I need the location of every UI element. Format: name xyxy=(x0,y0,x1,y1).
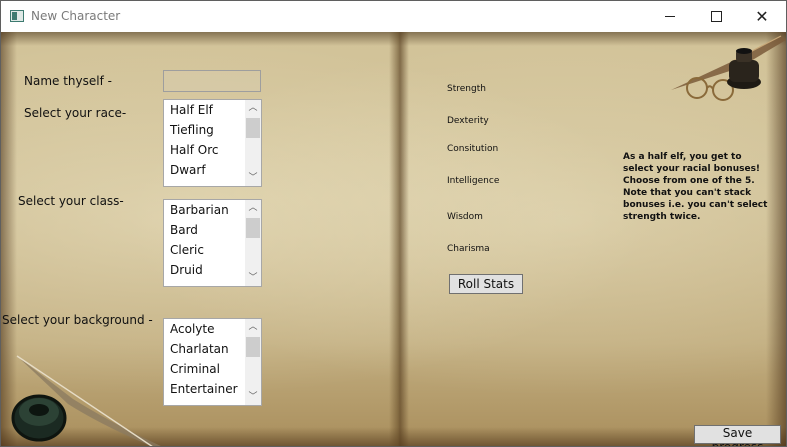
class-item[interactable]: Cleric xyxy=(164,240,244,260)
background-scrollbar[interactable]: ︿ ﹀ xyxy=(245,319,261,405)
close-icon: ✕ xyxy=(755,6,769,26)
class-listbox[interactable]: Barbarian Bard Cleric Druid ︿ ﹀ xyxy=(163,199,262,287)
close-button[interactable]: ✕ xyxy=(739,1,785,32)
scroll-up-icon[interactable]: ︿ xyxy=(245,200,261,216)
new-character-window: New Character ✕ Name thyself - Select yo… xyxy=(0,0,787,447)
scroll-up-icon[interactable]: ︿ xyxy=(245,319,261,335)
background-listbox[interactable]: Acolyte Charlatan Criminal Entertainer ︿… xyxy=(163,318,262,406)
window-title: New Character xyxy=(31,9,121,23)
race-listbox[interactable]: Half Elf Tiefling Half Orc Dwarf ︿ ﹀ xyxy=(163,99,262,187)
stat-dexterity-label: Dexterity xyxy=(447,116,489,126)
scroll-up-icon[interactable]: ︿ xyxy=(245,100,261,116)
background-item[interactable]: Charlatan xyxy=(164,339,244,359)
race-item[interactable]: Half Orc xyxy=(164,140,244,160)
maximize-icon xyxy=(710,11,722,22)
book-spine xyxy=(389,32,409,446)
app-icon xyxy=(10,10,24,22)
race-item[interactable]: Dwarf xyxy=(164,160,244,180)
title-bar[interactable]: New Character ✕ xyxy=(1,1,786,32)
scroll-thumb[interactable] xyxy=(246,118,260,138)
name-input[interactable] xyxy=(163,70,261,92)
background-item[interactable]: Entertainer xyxy=(164,379,244,399)
stat-wisdom-label: Wisdom xyxy=(447,212,483,222)
stat-charisma-label: Charisma xyxy=(447,244,490,254)
race-label: Select your race- xyxy=(24,106,127,120)
name-label: Name thyself - xyxy=(24,74,112,88)
race-scrollbar[interactable]: ︿ ﹀ xyxy=(245,100,261,186)
class-label: Select your class- xyxy=(18,194,124,208)
class-item[interactable]: Barbarian xyxy=(164,200,244,220)
class-scrollbar[interactable]: ︿ ﹀ xyxy=(245,200,261,286)
inkwell-bottom-icon xyxy=(11,394,67,442)
race-item[interactable]: Half Elf xyxy=(164,100,244,120)
background-label: Select your background - xyxy=(2,313,153,327)
save-progress-button[interactable]: Save progress xyxy=(694,425,781,446)
scroll-thumb[interactable] xyxy=(246,218,260,238)
minimize-button[interactable] xyxy=(647,1,693,32)
racial-bonus-note: As a half elf, you get to select your ra… xyxy=(623,152,768,222)
race-item[interactable]: Tiefling xyxy=(164,120,244,140)
roll-stats-button[interactable]: Roll Stats xyxy=(449,274,523,294)
minimize-icon xyxy=(665,16,675,17)
scroll-thumb[interactable] xyxy=(246,337,260,357)
background-item[interactable]: Acolyte xyxy=(164,319,244,339)
stat-intelligence-label: Intelligence xyxy=(447,176,500,186)
class-item[interactable]: Druid xyxy=(164,260,244,280)
maximize-button[interactable] xyxy=(693,1,739,32)
book-background: Name thyself - Select your race- Half El… xyxy=(1,32,786,446)
scroll-down-icon[interactable]: ﹀ xyxy=(245,270,261,286)
scroll-down-icon[interactable]: ﹀ xyxy=(245,170,261,186)
scroll-down-icon[interactable]: ﹀ xyxy=(245,389,261,405)
class-item[interactable]: Bard xyxy=(164,220,244,240)
background-item[interactable]: Criminal xyxy=(164,359,244,379)
inkwell-top-icon xyxy=(727,48,761,89)
stat-strength-label: Strength xyxy=(447,84,486,94)
stat-constitution-label: Consitution xyxy=(447,144,499,154)
